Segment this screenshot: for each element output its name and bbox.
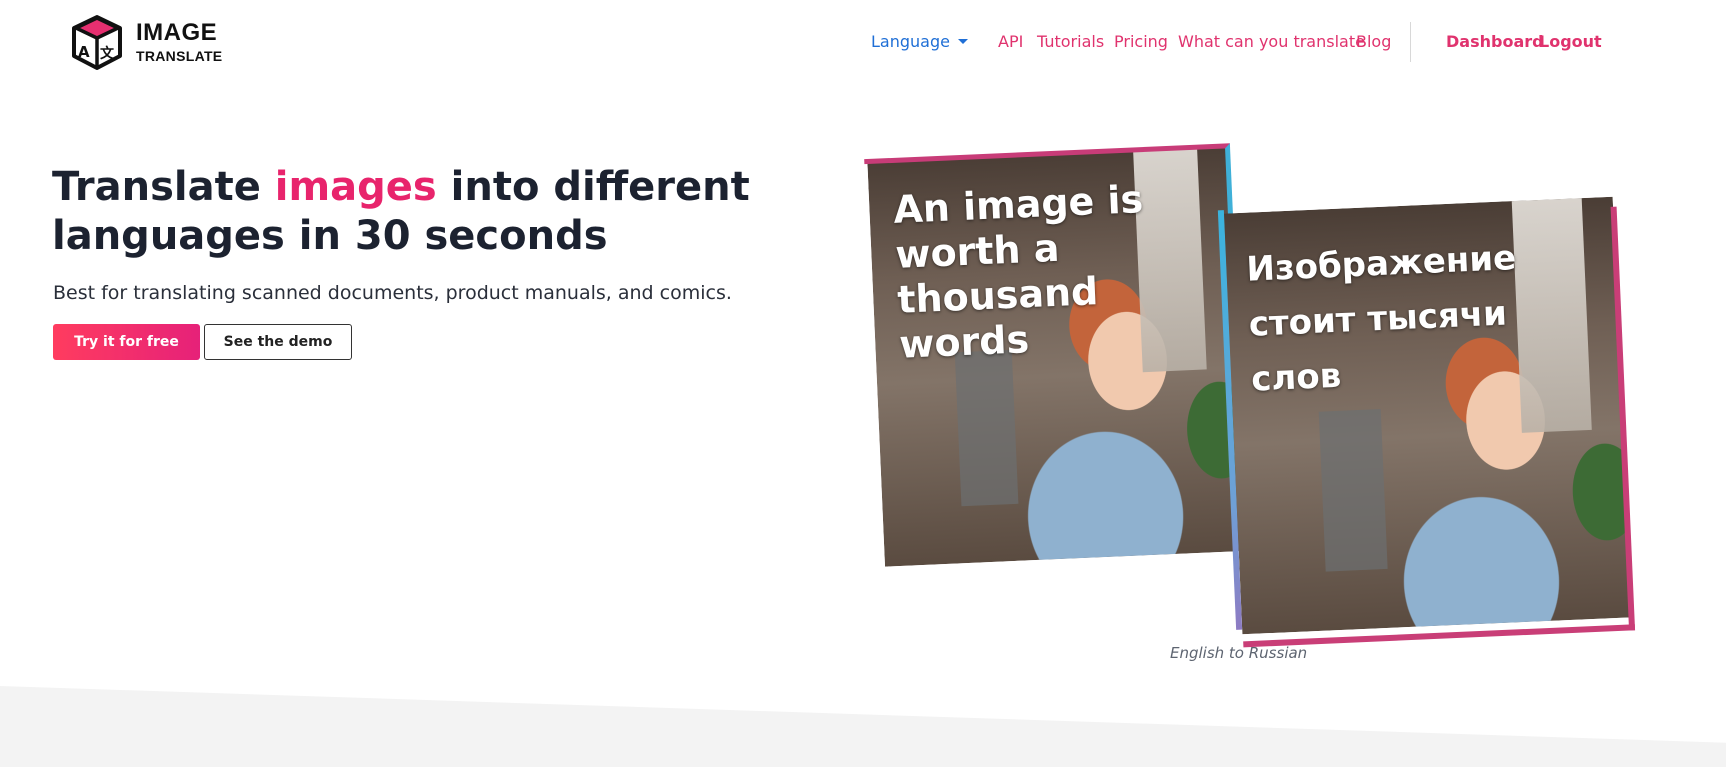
hero-title-pre: Translate: [52, 164, 275, 210]
hero-subtitle: Best for translating scanned documents, …: [53, 282, 732, 304]
nav-links: Language API Tutorials Pricing What can …: [0, 32, 1726, 56]
nav-logout[interactable]: Logout: [1539, 32, 1602, 51]
navbar: A 文 IMAGE TRANSLATE Language API Tutoria…: [0, 0, 1726, 86]
nav-what-can-you-translate[interactable]: What can you translate: [1178, 32, 1365, 51]
example-caption: English to Russian: [1170, 644, 1308, 662]
nav-tutorials[interactable]: Tutorials: [1037, 32, 1104, 51]
section-divider-band: [0, 686, 1726, 767]
chevron-down-icon: [957, 39, 968, 44]
hero-title: Translate images into different language…: [52, 163, 792, 261]
try-it-for-free-button[interactable]: Try it for free: [53, 324, 200, 360]
english-example-image: An image is worth a thousand words: [867, 145, 1244, 567]
nav-divider: [1410, 22, 1411, 62]
nav-pricing[interactable]: Pricing: [1114, 32, 1168, 51]
nav-blog[interactable]: Blog: [1356, 32, 1391, 51]
hero-title-accent: images: [274, 164, 437, 210]
russian-overlay-text: Изображение стоит тысячи слов: [1245, 238, 1517, 400]
language-label: Language: [871, 32, 950, 51]
language-dropdown[interactable]: Language: [871, 32, 968, 51]
see-the-demo-button[interactable]: See the demo: [204, 324, 352, 360]
nav-api[interactable]: API: [998, 32, 1023, 51]
russian-example-image: Изображение стоит тысячи слов: [1224, 196, 1631, 635]
nav-dashboard[interactable]: Dashboard: [1446, 32, 1544, 51]
english-overlay-text: An image is worth a thousand words: [892, 177, 1145, 367]
